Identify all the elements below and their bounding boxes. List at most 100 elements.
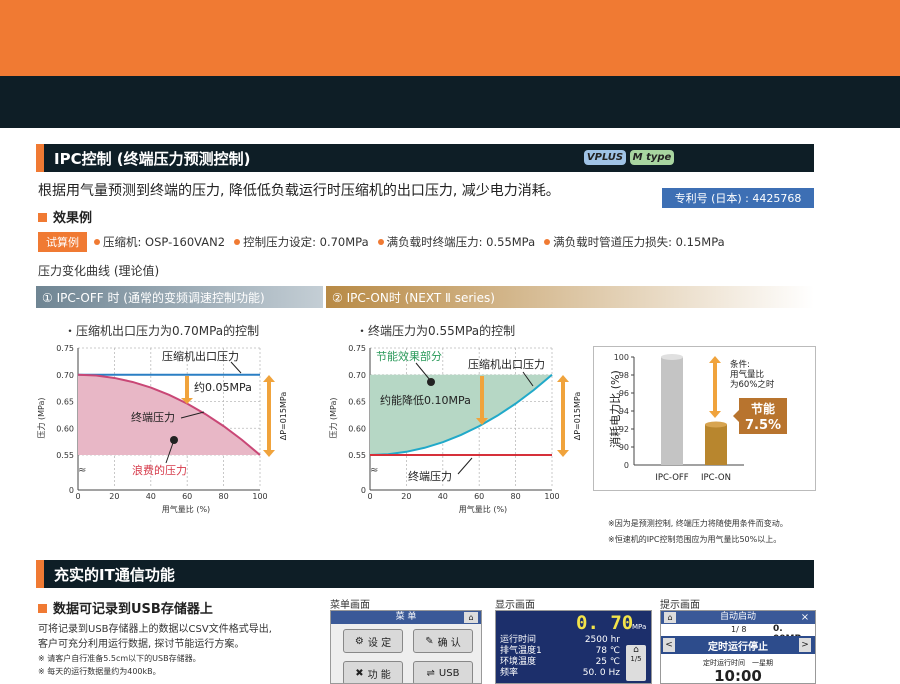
x-tick-label: IPC-OFF — [655, 473, 688, 483]
chart-ipc-on: 0 20 40 60 80 100 0.55 0.60 0.65 0.70 0.75 0 用气量比 (… — [328, 344, 582, 514]
section-header-it: 充实的IT通信功能 — [36, 560, 814, 588]
tools-icon: ✖ — [355, 667, 364, 679]
gear-icon: ⚙ — [354, 635, 364, 647]
saving-badge-pointer — [733, 410, 739, 422]
bar — [661, 357, 683, 465]
annot-effect: 节能效果部分 — [376, 349, 442, 363]
annot-outlet: 压缩机出口压力 — [468, 357, 545, 371]
y-tick-label: 0.55 — [348, 451, 366, 460]
annot-outlet-leader — [230, 361, 242, 374]
hint-time: 10:00 — [714, 667, 762, 684]
annot-delta-small: 约能降低0.10MPa — [380, 393, 471, 407]
y-tick-label: 100 — [614, 353, 629, 362]
bullet-dot-icon — [94, 238, 100, 245]
section-accent — [36, 144, 44, 172]
vplus-badge: VPLUS — [584, 150, 626, 165]
home-icon: ⌂ — [633, 645, 639, 655]
hint-screen: 自动启动 ⌂ × 1/ 8 0. 00MPa < > 定时运行停止 定时运行时间… — [660, 610, 816, 684]
bullet-dot-icon — [234, 238, 241, 245]
section-title: IPC控制 (终端压力预测控制) — [54, 150, 251, 168]
display-row: 运行时间 2500 hr — [500, 635, 620, 645]
delta-big-arrowhead-up — [557, 375, 569, 382]
x-tick-label: 60 — [474, 492, 484, 501]
x-tick-label: 40 — [146, 492, 156, 501]
example-tag: 试算例 — [38, 232, 87, 252]
x-axis-label: 用气量比 (%) — [459, 504, 507, 514]
delta-big-arrowhead-down — [263, 450, 275, 457]
usb-text-1: 可将记录到USB存储器上的数据以CSV文件格式导出, — [38, 624, 272, 635]
display-row: 排气温度1 78 ℃ — [500, 646, 620, 656]
delta-big-arrowhead-down — [557, 450, 569, 457]
annot-terminal: 终端压力 — [408, 469, 452, 483]
chart1-caption: ・压缩机出口压力为0.70MPa的控制 — [64, 324, 260, 338]
usb-button[interactable]: ⇌ USB — [413, 661, 473, 683]
x-tick-label: 0 — [75, 492, 80, 501]
annot-delta-big: ΔP=015MPa — [279, 392, 288, 441]
condition-item: 满负载时终端压力: 0.55MPa — [386, 235, 536, 249]
note-2: ※恒速机的IPC控制范围应为用气量比50%以上。 — [608, 535, 782, 544]
chart-power-ratio: 90929496981000 消耗电力比 (%) IPC-OFF IPC-ON 条… — [608, 353, 787, 483]
page-indicator: 1/5 — [630, 655, 642, 663]
bullet-square-icon — [38, 604, 47, 613]
x-tick-label: 100 — [252, 492, 267, 501]
tab-ipc-on: ② IPC-ON时 (NEXT Ⅱ series) — [326, 286, 814, 308]
y-axis-label: 压力 (MPa) — [328, 397, 338, 438]
bullet-square-icon — [38, 213, 47, 222]
y-axis-label: 压力 (MPa) — [36, 397, 46, 438]
x-tick-label: 60 — [182, 492, 192, 501]
x-tick-label: 20 — [109, 492, 119, 501]
home-icon[interactable]: ⌂ — [464, 612, 478, 623]
bar-cap — [661, 354, 683, 360]
effect-heading: 效果例 — [38, 207, 92, 226]
axis-break-icon: ≈ — [370, 465, 378, 476]
hint-title: 自动启动 — [661, 611, 815, 624]
y-tick-label: 0.70 — [348, 371, 366, 380]
saving-value: 7.5% — [745, 418, 781, 433]
section-title: 充实的IT通信功能 — [54, 566, 175, 584]
display-screen-label: 显示画面 — [495, 600, 535, 611]
y-tick-label: 0 — [361, 486, 366, 495]
bullet-dot-icon — [377, 238, 384, 245]
display-row: 环境温度 25 ℃ — [500, 657, 620, 667]
menu-screen: 菜 单 ⌂ ⚙ 设 定 ✎ 确 认 ✖ 功 能 ⇌ USB — [330, 610, 482, 684]
y-tick-label: 0.65 — [56, 398, 74, 407]
x-tick-label: 100 — [544, 492, 559, 501]
annot-terminal: 终端压力 — [131, 410, 175, 424]
ipc-description: 根据用气量预测到终端的压力, 降低低负载运行时压缩机的出口压力, 减少电力消耗。 — [38, 183, 560, 199]
close-icon[interactable]: × — [797, 611, 813, 624]
annot-outlet: 压缩机出口压力 — [162, 349, 239, 363]
y-tick-label: 0.55 — [56, 451, 74, 460]
y-tick-label: 0.60 — [56, 424, 74, 433]
mtype-badge: M type — [630, 150, 674, 165]
annot-delta-big: ΔP=015MPa — [573, 392, 582, 441]
settings-button[interactable]: ⚙ 设 定 — [343, 629, 403, 653]
x-tick-label: 80 — [511, 492, 521, 501]
y-tick-label: 0.75 — [348, 344, 366, 353]
home-icon[interactable]: ⌂ — [664, 612, 676, 623]
y-tick-label: 0.60 — [348, 424, 366, 433]
header-dark-band — [0, 76, 900, 128]
section-accent — [36, 560, 44, 588]
display-value: 0. 70 — [576, 612, 634, 634]
bars: IPC-OFF IPC-ON — [655, 354, 731, 483]
usb-note-2: ※ 每天的运行数据量约为400kB。 — [38, 667, 161, 676]
x-tick-label: 0 — [367, 492, 372, 501]
y-tick-label: 0.65 — [348, 398, 366, 407]
delta-big-arrowhead-up — [263, 375, 275, 382]
y-tick-label: 0 — [69, 486, 74, 495]
section-header-ipc: IPC控制 (终端压力预测控制) — [36, 144, 814, 172]
hint-screen-label: 提示画面 — [660, 600, 700, 611]
x-tick-label: 20 — [401, 492, 411, 501]
condition-item: 满负载时管道压力损失: 0.15MPa — [553, 235, 725, 249]
condition-item: 控制压力设定: 0.70MPa — [243, 235, 369, 249]
effect-marker — [427, 378, 435, 386]
confirm-button[interactable]: ✎ 确 认 — [413, 629, 473, 653]
condition-arrowhead-up — [709, 356, 721, 363]
y-tick-label: 0 — [624, 461, 629, 470]
page-scroll-control[interactable]: ⌂ 1/5 — [626, 645, 646, 681]
function-button[interactable]: ✖ 功 能 — [343, 661, 403, 683]
axis-break-icon: ≈ — [78, 465, 86, 476]
condition-line-2: 用气量比 — [730, 369, 764, 380]
hint-page: 1/ 8 — [731, 625, 747, 634]
condition-item: 压缩机: OSP-160VAN2 — [103, 235, 226, 249]
